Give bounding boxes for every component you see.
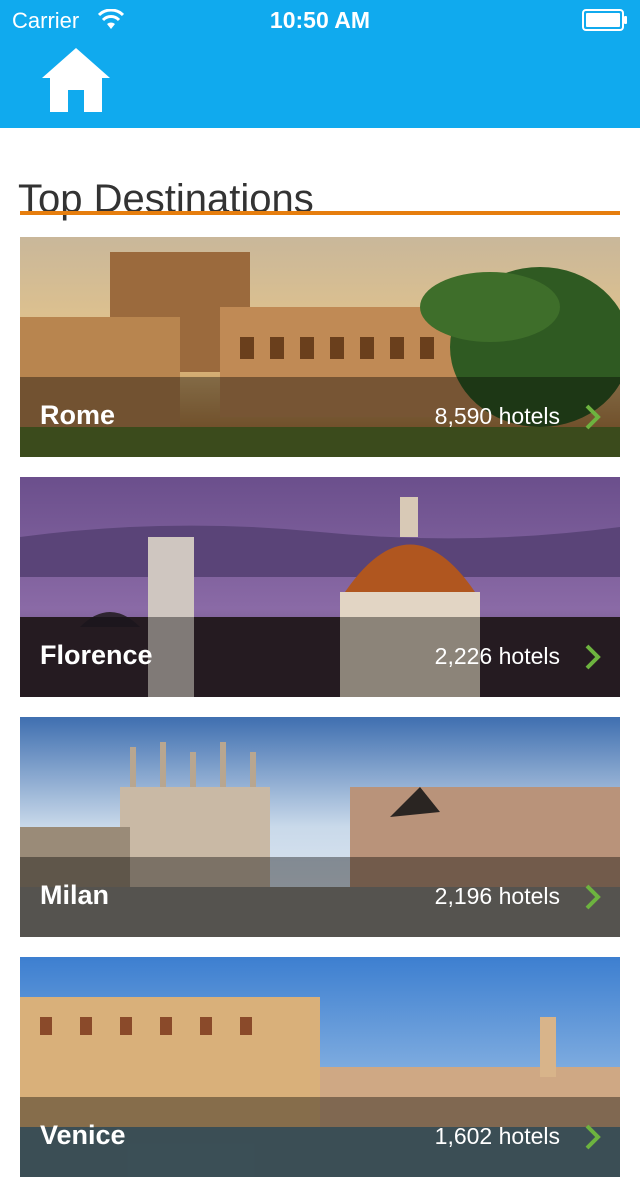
- destination-card-milan[interactable]: Milan 2,196 hotels: [20, 717, 620, 937]
- destination-card-florence[interactable]: Florence 2,226 hotels: [20, 477, 620, 697]
- hotel-count: 8,590 hotels: [434, 403, 560, 429]
- status-time: 10:50 AM: [269, 7, 371, 33]
- destination-name: Rome: [40, 400, 116, 430]
- hotel-count: 1,602 hotels: [434, 1123, 560, 1149]
- home-icon[interactable]: [38, 44, 114, 116]
- hotel-count: 2,196 hotels: [434, 883, 560, 909]
- destination-name: Milan: [40, 880, 110, 910]
- destination-card-venice[interactable]: Venice 1,602 hotels: [20, 957, 620, 1177]
- destination-name: Florence: [40, 640, 153, 670]
- chevron-right-icon: [585, 1124, 601, 1150]
- battery-icon: [582, 9, 627, 31]
- status-bar: Carrier 10:50 AM: [0, 0, 640, 40]
- chevron-right-icon: [585, 644, 601, 670]
- app-header: Carrier 10:50 AM: [0, 0, 640, 128]
- chevron-right-icon: [585, 884, 601, 910]
- chevron-right-icon: [585, 404, 601, 430]
- title-divider: [20, 211, 620, 215]
- destination-card-rome[interactable]: Rome 8,590 hotels: [20, 237, 620, 457]
- page-title: Top Destinations: [18, 176, 314, 221]
- hotel-count: 2,226 hotels: [434, 643, 560, 669]
